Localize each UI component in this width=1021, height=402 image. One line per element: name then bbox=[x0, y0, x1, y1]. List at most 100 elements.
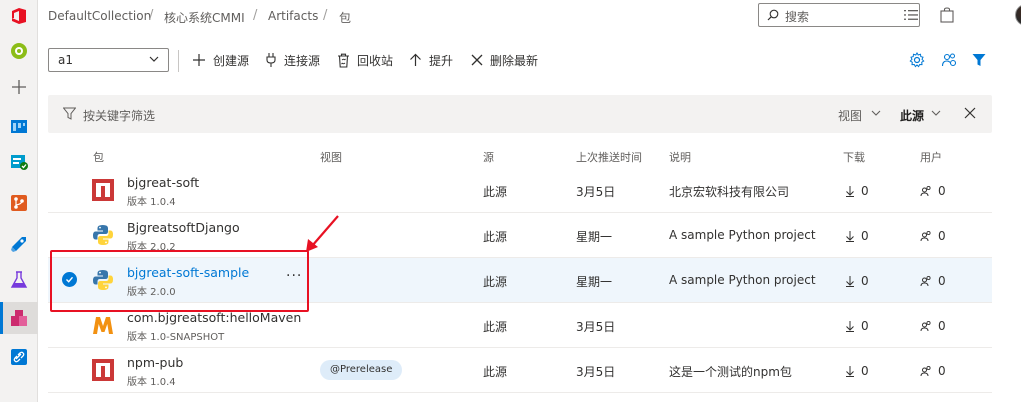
column-header-description[interactable]: 说明 bbox=[669, 149, 691, 165]
downloads-count: 0 bbox=[861, 319, 869, 333]
column-header-downloads[interactable]: 下载 bbox=[843, 149, 865, 165]
description-cell: A sample Python project bbox=[669, 273, 816, 287]
search-input[interactable]: 搜索 bbox=[758, 3, 920, 27]
artifacts-icon[interactable] bbox=[0, 302, 38, 334]
source-cell: 此源 bbox=[483, 365, 508, 379]
package-name[interactable]: bjgreat-soft bbox=[127, 175, 199, 190]
python-package-icon bbox=[91, 223, 115, 247]
last-pushed-cell: 星期一 bbox=[576, 230, 613, 244]
boards-icon[interactable] bbox=[0, 110, 38, 142]
create-feed-label: 创建源 bbox=[213, 53, 250, 68]
source-cell: 此源 bbox=[483, 185, 508, 199]
package-version: 版本 1.0.4 bbox=[127, 377, 176, 388]
column-header-package[interactable]: 包 bbox=[93, 149, 104, 165]
permissions-people-icon[interactable] bbox=[940, 51, 958, 69]
link-icon[interactable] bbox=[0, 341, 38, 373]
arrow-up-icon bbox=[410, 53, 421, 66]
package-name[interactable]: BjgreatsoftDjango bbox=[127, 220, 240, 235]
breadcrumb-separator: / bbox=[323, 8, 328, 23]
connect-feed-label: 连接源 bbox=[284, 53, 321, 68]
package-version: 版本 1.0-SNAPSHOT bbox=[127, 332, 225, 343]
npm-package-icon bbox=[91, 178, 115, 202]
downloads-count: 0 bbox=[861, 364, 869, 378]
delete-latest-label: 删除最新 bbox=[490, 53, 539, 68]
promote-button[interactable]: 提升 bbox=[409, 51, 453, 69]
test-icon[interactable] bbox=[0, 264, 38, 296]
users-cell: 0 bbox=[920, 229, 946, 243]
download-icon bbox=[846, 366, 854, 377]
chevron-down-icon[interactable] bbox=[930, 107, 942, 119]
breadcrumb-packages[interactable]: 包 bbox=[339, 9, 351, 26]
annotation-arrow-icon bbox=[306, 215, 339, 252]
downloads-count: 0 bbox=[861, 184, 869, 198]
users-cell: 0 bbox=[920, 274, 946, 288]
table-row[interactable]: bjgreat-soft 版本 1.0.4 此源 3月5日 北京宏软科技有限公司… bbox=[48, 168, 992, 213]
breadcrumb-separator: / bbox=[149, 8, 154, 23]
table-row[interactable]: npm-pub 版本 1.0.4 @Prerelease 此源 3月5日 这是一… bbox=[48, 348, 992, 393]
maven-package-icon bbox=[91, 313, 115, 337]
download-icon bbox=[846, 321, 854, 332]
close-icon bbox=[471, 54, 483, 66]
column-header-users[interactable]: 用户 bbox=[920, 149, 942, 165]
view-filter-dropdown[interactable]: 视图 bbox=[838, 107, 862, 124]
users-cell: 0 bbox=[920, 184, 946, 198]
overview-icon[interactable] bbox=[0, 35, 38, 67]
view-tag-badge[interactable]: @Prerelease bbox=[320, 360, 403, 380]
connect-feed-button[interactable]: 连接源 bbox=[265, 51, 320, 69]
repos-icon[interactable] bbox=[0, 187, 38, 219]
users-count: 0 bbox=[938, 229, 946, 243]
package-name[interactable]: com.bjgreatsoft:helloMaven bbox=[127, 310, 301, 325]
breadcrumb-organization[interactable]: DefaultCollection bbox=[48, 9, 151, 23]
last-pushed-cell: 3月5日 bbox=[576, 185, 616, 199]
recycle-bin-icon bbox=[338, 53, 349, 68]
users-icon bbox=[920, 320, 931, 332]
users-cell: 0 bbox=[920, 319, 946, 333]
users-icon bbox=[920, 230, 931, 242]
toolbar-divider bbox=[178, 50, 179, 72]
source-filter-dropdown[interactable]: 此源 bbox=[900, 107, 924, 124]
column-header-views[interactable]: 视图 bbox=[320, 149, 342, 165]
feed-selector[interactable]: a1 bbox=[48, 48, 169, 72]
add-icon[interactable] bbox=[0, 71, 38, 103]
devops-logo-icon[interactable] bbox=[0, 0, 38, 32]
pipelines-icon[interactable] bbox=[0, 228, 38, 260]
source-cell: 此源 bbox=[483, 275, 508, 289]
gear-icon[interactable] bbox=[908, 51, 926, 69]
column-header-source[interactable]: 源 bbox=[483, 149, 494, 165]
clear-filter-close-icon[interactable] bbox=[964, 107, 976, 119]
description-cell: A sample Python project bbox=[669, 228, 816, 242]
delete-latest-button[interactable]: 删除最新 bbox=[471, 51, 538, 69]
user-avatar[interactable] bbox=[1015, 4, 1021, 26]
downloads-count: 0 bbox=[861, 229, 869, 243]
users-count: 0 bbox=[938, 184, 946, 198]
marketplace-bag-icon[interactable] bbox=[938, 6, 956, 24]
last-pushed-cell: 3月5日 bbox=[576, 320, 616, 334]
keyword-filter-input[interactable]: 按关键字筛选 bbox=[83, 107, 155, 124]
source-cell: 此源 bbox=[483, 320, 508, 334]
downloads-count: 0 bbox=[861, 274, 869, 288]
description-cell: 这是一个测试的npm包 bbox=[669, 365, 792, 379]
npm-package-icon bbox=[91, 358, 115, 382]
breadcrumb-project[interactable]: 核心系统CMMI bbox=[164, 9, 245, 26]
downloads-cell: 0 bbox=[845, 229, 869, 243]
users-cell: 0 bbox=[920, 364, 946, 378]
recycle-bin-button[interactable]: 回收站 bbox=[337, 51, 393, 69]
package-name[interactable]: npm-pub bbox=[127, 355, 183, 370]
source-cell: 此源 bbox=[483, 230, 508, 244]
chevron-down-icon[interactable] bbox=[870, 107, 882, 119]
breadcrumb-artifacts[interactable]: Artifacts bbox=[268, 9, 318, 23]
feed-selector-value: a1 bbox=[58, 53, 73, 67]
description-cell: 北京宏软科技有限公司 bbox=[669, 185, 790, 199]
promote-label: 提升 bbox=[429, 53, 454, 68]
create-feed-button[interactable]: 创建源 bbox=[192, 51, 249, 69]
test-plans-icon[interactable] bbox=[0, 146, 38, 178]
top-bar: DefaultCollection / 核心系统CMMI / Artifacts… bbox=[38, 0, 1021, 32]
users-icon bbox=[920, 275, 931, 287]
filter-icon[interactable] bbox=[970, 51, 988, 69]
task-list-icon[interactable] bbox=[902, 6, 920, 24]
package-version: 版本 1.0.4 bbox=[127, 197, 176, 208]
users-icon bbox=[920, 185, 931, 197]
users-count: 0 bbox=[938, 364, 946, 378]
recycle-bin-label: 回收站 bbox=[357, 53, 394, 68]
column-header-last-pushed[interactable]: 上次推送时间 bbox=[576, 149, 642, 165]
